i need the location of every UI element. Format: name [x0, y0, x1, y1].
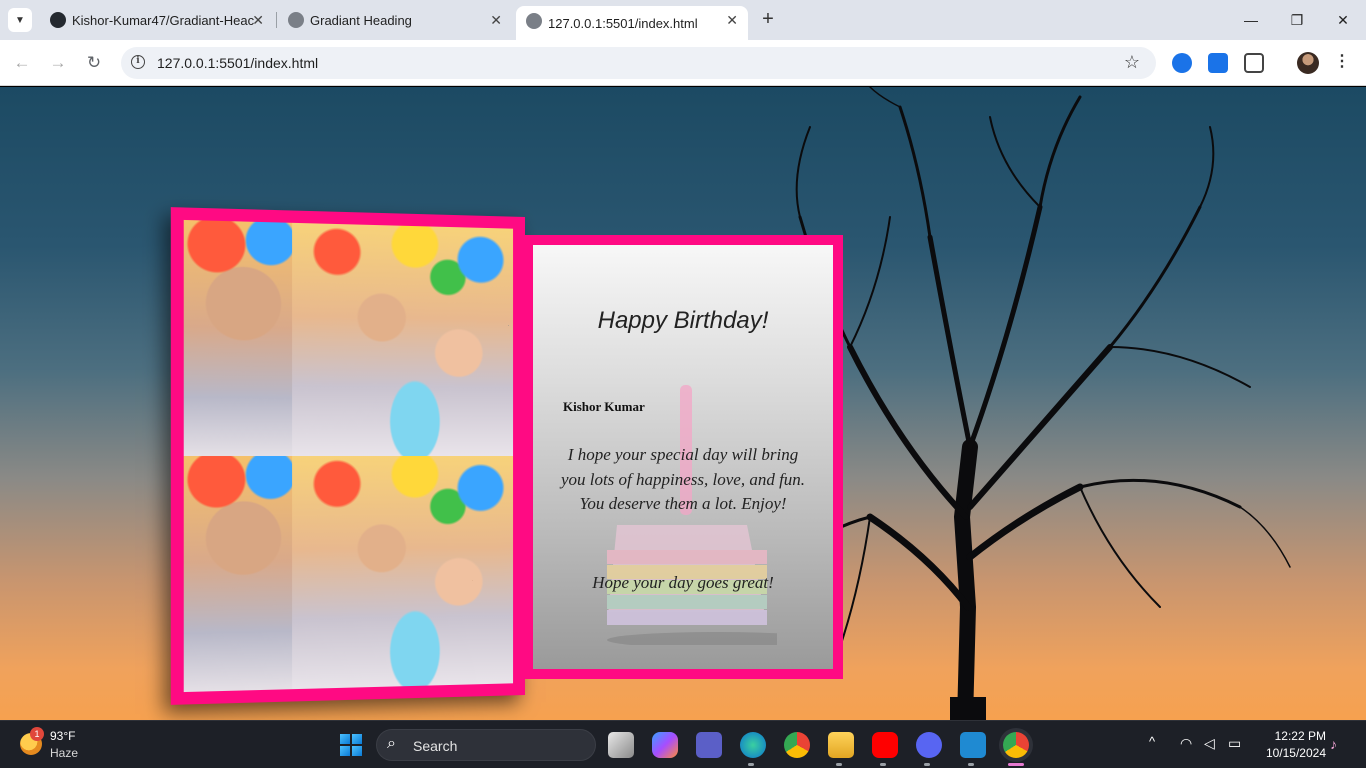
- close-icon[interactable]: ✕: [726, 12, 738, 29]
- chevron-up-icon[interactable]: ^: [1149, 734, 1155, 749]
- card-message: I hope your special day will bring you l…: [560, 445, 806, 513]
- close-icon[interactable]: ✕: [490, 12, 502, 29]
- address-bar[interactable]: i 127.0.0.1:5501/index.html ☆: [121, 47, 1156, 79]
- github-icon: [50, 12, 66, 28]
- download-icon[interactable]: [1208, 53, 1228, 73]
- browser-toolbar: ← → ↻ i 127.0.0.1:5501/index.html ☆ ⋮: [0, 40, 1366, 86]
- close-icon[interactable]: ✕: [252, 12, 264, 29]
- profile-avatar[interactable]: [1297, 52, 1319, 74]
- running-indicator: [748, 763, 754, 766]
- page-viewport: Happy Birthday! Kishor Kumar I hope your…: [0, 87, 1366, 720]
- active-indicator: [1008, 763, 1024, 766]
- file-explorer-icon[interactable]: [828, 732, 854, 758]
- tab-title: Gradiant Heading: [310, 12, 412, 28]
- window-close-button[interactable]: ✕: [1331, 8, 1355, 32]
- card-closing: Hope your day goes great!: [592, 573, 774, 592]
- tab-title: 127.0.0.1:5501/index.html: [548, 15, 698, 31]
- running-indicator: [968, 763, 974, 766]
- url-text[interactable]: 127.0.0.1:5501/index.html: [157, 55, 318, 71]
- family-photo: [291, 456, 514, 690]
- forward-button[interactable]: →: [46, 51, 70, 75]
- edge-icon[interactable]: [740, 732, 766, 758]
- discord-icon[interactable]: [916, 732, 942, 758]
- site-info-icon[interactable]: i: [131, 55, 145, 69]
- card-recipient-name: Kishor Kumar: [563, 399, 645, 414]
- battery-icon[interactable]: ▭: [1228, 735, 1241, 752]
- chevron-down-icon: ▼: [15, 14, 25, 26]
- tab-search-button[interactable]: ▼: [8, 8, 32, 32]
- globe-icon: [526, 13, 542, 29]
- volume-icon[interactable]: ◁: [1204, 735, 1215, 752]
- card-message-panel: Happy Birthday! Kishor Kumar I hope your…: [523, 235, 843, 679]
- family-photo: [183, 219, 292, 456]
- family-photo-collage: [183, 219, 514, 693]
- tab-strip: ▼ Kishor-Kumar47/Gradiant-Heac ✕ Gradian…: [0, 0, 1366, 40]
- vscode-icon[interactable]: [960, 732, 986, 758]
- task-view-icon[interactable]: [608, 732, 634, 758]
- extension-icon[interactable]: [1172, 53, 1192, 73]
- copilot-icon[interactable]: [652, 732, 678, 758]
- tab-title: Kishor-Kumar47/Gradiant-Heac: [72, 12, 255, 28]
- running-indicator: [924, 763, 930, 766]
- back-button[interactable]: ←: [10, 51, 34, 75]
- extensions-puzzle-icon[interactable]: [1244, 53, 1264, 73]
- notification-bell-icon[interactable]: ♪: [1330, 736, 1337, 752]
- family-photo: [291, 222, 514, 456]
- windows-logo-icon: [340, 734, 350, 744]
- tab-active-localhost[interactable]: 127.0.0.1:5501/index.html ✕: [516, 6, 748, 40]
- family-photo: [183, 456, 292, 693]
- notification-badge: 1: [30, 727, 44, 741]
- clock-date[interactable]: 10/15/2024: [1256, 746, 1326, 760]
- teams-icon[interactable]: [696, 732, 722, 758]
- start-button[interactable]: [340, 734, 362, 756]
- globe-icon: [288, 12, 304, 28]
- youtube-icon[interactable]: [872, 732, 898, 758]
- card-title: Happy Birthday!: [597, 307, 769, 334]
- clock-time[interactable]: 12:22 PM: [1270, 729, 1326, 743]
- new-tab-button[interactable]: +: [756, 8, 780, 32]
- reload-button[interactable]: ↻: [82, 51, 106, 75]
- taskbar-search[interactable]: ⌕ Search: [376, 729, 596, 761]
- wifi-icon[interactable]: ◠: [1180, 735, 1192, 752]
- card-message-inner: Happy Birthday! Kishor Kumar I hope your…: [533, 245, 833, 669]
- minimize-button[interactable]: —: [1239, 8, 1263, 32]
- chrome-profile-icon[interactable]: [1003, 732, 1029, 758]
- taskbar: 1 93°F Haze ⌕ Search ^ ◠ ◁ ▭ 12:22 PM 10…: [0, 720, 1366, 768]
- running-indicator: [836, 763, 842, 766]
- browser-menu-icon[interactable]: ⋮: [1334, 51, 1350, 71]
- bookmark-star-icon[interactable]: ☆: [1124, 52, 1140, 73]
- tab-divider: [276, 12, 277, 28]
- search-label: Search: [413, 738, 458, 754]
- search-icon: ⌕: [387, 735, 396, 752]
- chrome-icon[interactable]: [784, 732, 810, 758]
- restore-button[interactable]: ❐: [1285, 8, 1309, 32]
- weather-condition[interactable]: Haze: [50, 746, 78, 760]
- weather-temperature[interactable]: 93°F: [50, 729, 75, 743]
- tree-silhouette: [780, 87, 1291, 720]
- card-photo-panel: [170, 207, 526, 705]
- running-indicator: [880, 763, 886, 766]
- tab-github[interactable]: Kishor-Kumar47/Gradiant-Heac ✕: [40, 6, 274, 34]
- tab-gradiant-heading[interactable]: Gradiant Heading ✕: [278, 6, 512, 34]
